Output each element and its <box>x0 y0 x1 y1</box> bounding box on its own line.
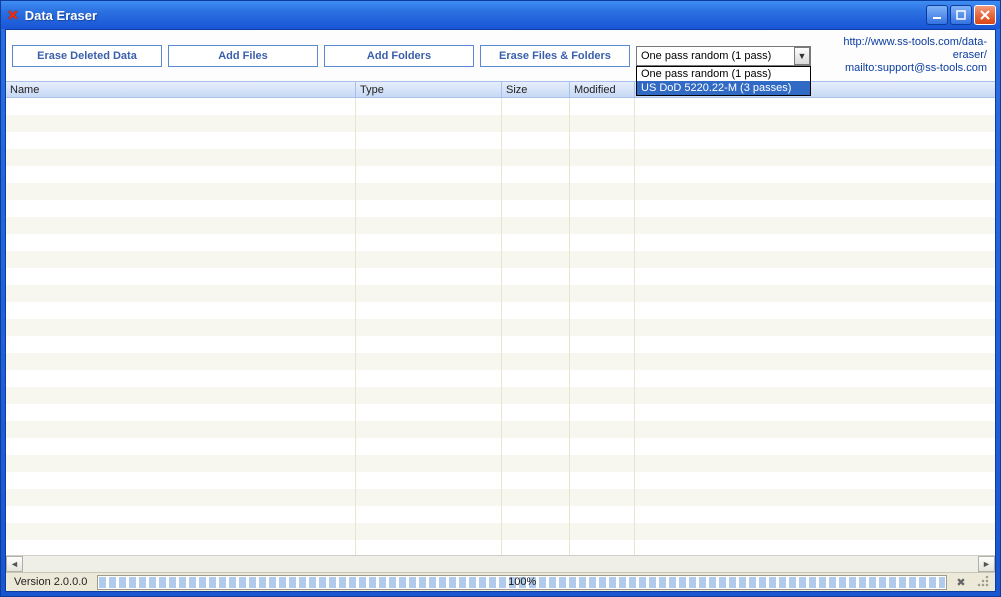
close-button[interactable] <box>974 5 996 25</box>
progress-percent: 100% <box>508 576 536 588</box>
mail-link[interactable]: mailto:support@ss-tools.com <box>845 62 987 74</box>
column-headers: Name Type Size Modified <box>6 81 995 98</box>
progress-bar: 100% <box>97 575 947 590</box>
erase-method-option-1[interactable]: US DoD 5220.22-M (3 passes) <box>637 81 810 95</box>
add-files-button[interactable]: Add Files <box>168 45 318 67</box>
erase-method-selected: One pass random (1 pass) <box>637 50 794 62</box>
chevron-down-icon[interactable]: ▼ <box>794 47 810 65</box>
scroll-track[interactable] <box>23 556 978 572</box>
window-title: Data Eraser <box>25 8 926 23</box>
add-folders-button[interactable]: Add Folders <box>324 45 474 67</box>
col-header-size[interactable]: Size <box>502 82 570 97</box>
app-icon: ✕ <box>7 7 19 24</box>
app-window: ✕ Data Eraser Erase Deleted Data Add Fil… <box>0 0 1001 597</box>
scroll-left-button[interactable]: ◄ <box>6 556 23 572</box>
erase-method-combo[interactable]: One pass random (1 pass) ▼ One pass rand… <box>636 46 811 66</box>
file-list[interactable] <box>6 98 995 555</box>
window-controls <box>926 5 996 25</box>
scroll-right-button[interactable]: ► <box>978 556 995 572</box>
col-header-type[interactable]: Type <box>356 82 502 97</box>
erase-method-dropdown[interactable]: One pass random (1 pass) US DoD 5220.22-… <box>636 66 811 96</box>
site-link[interactable]: http://www.ss-tools.com/data-eraser/ <box>843 36 987 61</box>
client-area: Erase Deleted Data Add Files Add Folders… <box>5 29 996 592</box>
erase-deleted-button[interactable]: Erase Deleted Data <box>12 45 162 67</box>
erase-method-option-0[interactable]: One pass random (1 pass) <box>637 67 810 81</box>
minimize-button[interactable] <box>926 5 948 25</box>
horizontal-scrollbar[interactable]: ◄ ► <box>6 555 995 572</box>
links-panel: http://www.ss-tools.com/data-eraser/ mai… <box>817 36 989 75</box>
cancel-icon[interactable]: ✖ <box>953 575 969 590</box>
resize-grip[interactable] <box>977 575 991 589</box>
col-header-modified[interactable]: Modified <box>570 82 635 97</box>
column-guides <box>6 98 995 555</box>
status-bar: Version 2.0.0.0 100% ✖ <box>6 572 995 591</box>
titlebar[interactable]: ✕ Data Eraser <box>1 1 1000 29</box>
erase-files-folders-button[interactable]: Erase Files & Folders <box>480 45 630 67</box>
version-label: Version 2.0.0.0 <box>10 576 91 588</box>
maximize-button[interactable] <box>950 5 972 25</box>
col-header-name[interactable]: Name <box>6 82 356 97</box>
toolbar: Erase Deleted Data Add Files Add Folders… <box>6 30 995 81</box>
